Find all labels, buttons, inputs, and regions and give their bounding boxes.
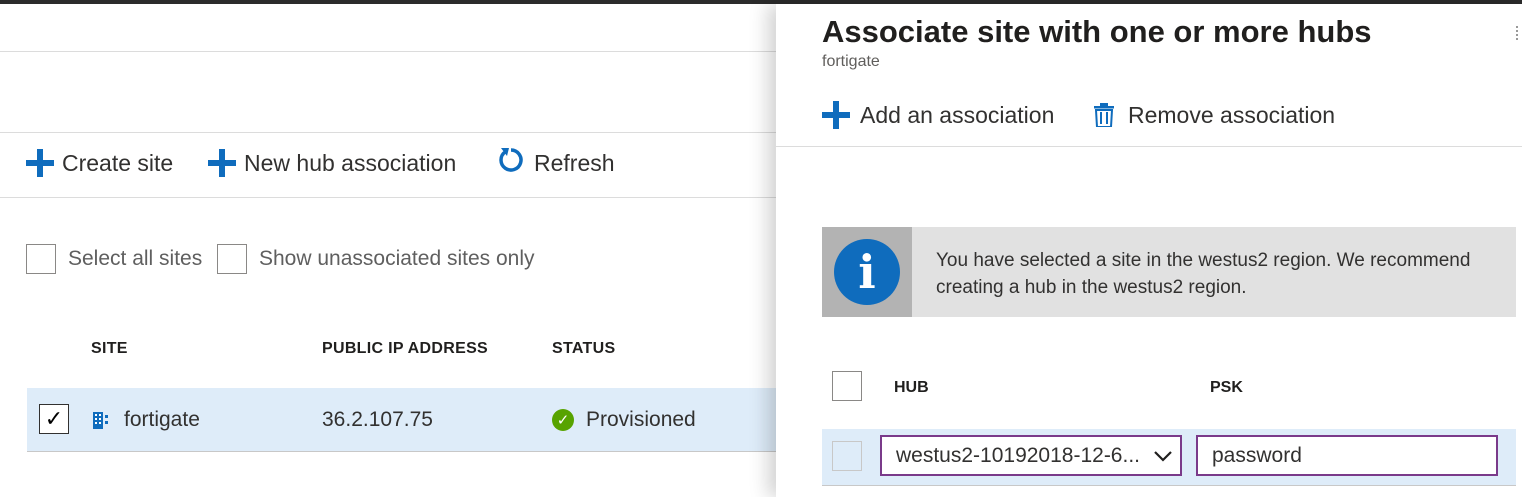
panel-subtitle: fortigate [822, 53, 880, 70]
refresh-label: Refresh [534, 149, 615, 176]
status-text: Provisioned [586, 408, 696, 431]
hub-selected-value: westus2-10192018-12-6... [896, 443, 1140, 467]
add-association-button[interactable]: Add an association [822, 98, 1054, 132]
info-message: You have selected a site in the westus2 … [936, 250, 1471, 298]
select-all-checkbox[interactable] [26, 244, 56, 274]
remove-association-button[interactable]: Remove association [1094, 98, 1335, 132]
trash-icon [1094, 103, 1114, 128]
create-site-button[interactable]: Create site [26, 146, 173, 180]
site-name[interactable]: fortigate [124, 408, 200, 432]
command-bar-divider-top [0, 132, 776, 133]
public-ip-cell: 36.2.107.75 [322, 408, 433, 431]
column-header-public-ip[interactable]: PUBLIC IP ADDRESS [322, 340, 488, 358]
info-icon: i [834, 239, 900, 305]
new-hub-association-button[interactable]: New hub association [208, 146, 456, 180]
plus-icon [208, 149, 236, 177]
plus-icon [26, 149, 54, 177]
site-cell: fortigate [92, 388, 200, 452]
associate-hubs-panel: Associate site with one or more hubs for… [776, 4, 1522, 497]
create-site-label: Create site [62, 149, 174, 176]
hub-dropdown[interactable]: westus2-10192018-12-6... [880, 435, 1182, 476]
info-banner-icon-area: i [822, 227, 912, 317]
column-header-site[interactable]: SITE [91, 340, 128, 358]
building-icon [92, 410, 112, 430]
remove-association-label: Remove association [1128, 101, 1336, 128]
row-checkbox[interactable] [832, 441, 862, 471]
column-header-psk: PSK [1210, 379, 1243, 396]
info-banner: i You have selected a site in the westus… [822, 227, 1516, 317]
panel-title: Associate site with one or more hubs [822, 14, 1372, 49]
table-row[interactable]: ✓ fortigate 36.2.107.75 ✓ Provisioned [27, 388, 776, 452]
chevron-down-icon [1152, 445, 1174, 467]
status-cell: ✓ Provisioned [552, 388, 696, 452]
column-header-status[interactable]: STATUS [552, 340, 615, 358]
sites-blade: Create site New hub association Refresh … [0, 4, 776, 497]
select-all-hubs-checkbox[interactable] [832, 371, 862, 401]
psk-input[interactable] [1196, 435, 1498, 476]
show-unassociated-sites[interactable]: Show unassociated sites only [217, 244, 535, 274]
command-bar-divider-bottom [0, 197, 776, 198]
new-hub-association-label: New hub association [244, 149, 457, 176]
refresh-button[interactable]: Refresh [496, 146, 615, 180]
refresh-icon [496, 145, 526, 181]
column-header-hub: HUB [894, 379, 929, 396]
row-checkbox[interactable]: ✓ [39, 404, 69, 434]
hub-association-row: westus2-10192018-12-6... [822, 429, 1516, 486]
header-divider [0, 51, 776, 52]
select-all-sites[interactable]: Select all sites [26, 244, 202, 274]
select-all-label: Select all sites [68, 247, 203, 270]
show-unassociated-checkbox[interactable] [217, 244, 247, 274]
plus-icon [822, 101, 850, 129]
show-unassociated-label: Show unassociated sites only [259, 247, 535, 270]
add-association-label: Add an association [860, 101, 1055, 128]
panel-edge-handle [1516, 26, 1522, 40]
check-circle-icon: ✓ [552, 409, 574, 431]
panel-command-divider [776, 146, 1522, 147]
